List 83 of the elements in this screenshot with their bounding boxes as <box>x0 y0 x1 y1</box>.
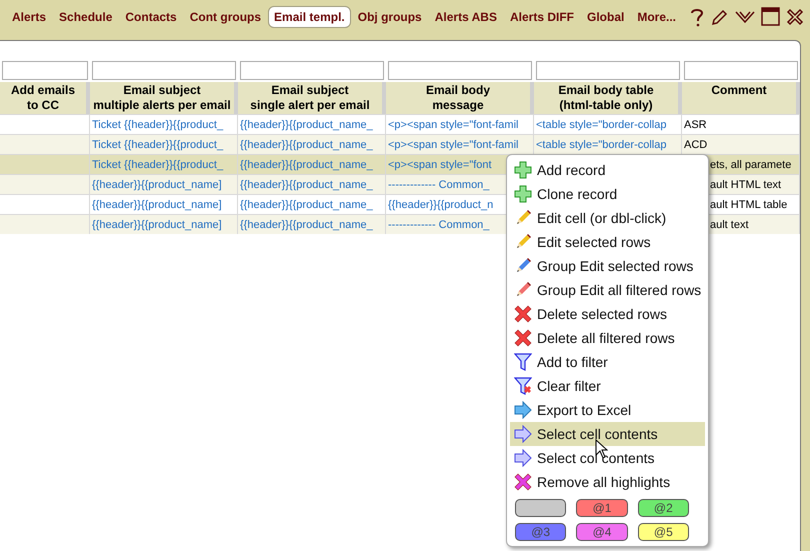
highlight-swatch[interactable]: @4 <box>576 523 628 541</box>
table-cell-text: ------------- Common_ <box>388 218 490 233</box>
table-cell-text: ets, all paramete <box>710 158 792 173</box>
arrow-right-icon <box>514 449 532 467</box>
table-cell-text: <p><span style="font <box>388 158 492 173</box>
column-header[interactable]: Email body table (html-table only) <box>534 82 682 114</box>
menu-item[interactable]: Export to Excel <box>510 398 705 422</box>
arrow-right-icon <box>514 425 532 443</box>
arrow-right-icon <box>514 401 532 419</box>
funnel-clear-icon <box>514 377 532 395</box>
highlight-swatch[interactable]: @1 <box>576 499 628 517</box>
table-cell-text: Ticket {{header}}{{product_ <box>92 118 224 133</box>
table-cell-text: ault HTML table <box>710 198 788 213</box>
menu-item[interactable]: Clear filter <box>510 374 705 398</box>
plus-icon <box>514 185 532 203</box>
column-header[interactable]: Email subject multiple alerts per email <box>90 82 238 114</box>
nav-tab[interactable]: Cont groups <box>184 6 268 28</box>
table-cell-text: <table style="border-collap <box>536 118 666 133</box>
pencil-icon <box>514 233 532 251</box>
table-cell-text: ault HTML text <box>710 178 782 193</box>
column-header[interactable]: Email subject single alert per email <box>238 82 386 114</box>
table-cell-text: {{header}}{{product_name_ <box>240 218 373 233</box>
plus-icon <box>514 161 532 179</box>
highlight-swatch[interactable]: @5 <box>638 523 689 541</box>
table-row[interactable]: Ticket {{header}}{{product_ {{header}}{{product_name_ <p><span style="font-famil <table style="border-collap ACD <box>0 134 800 154</box>
chevron-down-icon[interactable] <box>735 8 756 24</box>
nav-tab[interactable]: Obj groups <box>352 6 428 28</box>
table-cell-text: ACD <box>684 138 708 153</box>
table-cell-text: <p><span style="font-famil <box>388 138 518 153</box>
nav-tab[interactable]: Global <box>581 6 630 28</box>
table-cell-text: Ticket {{header}}{{product_ <box>92 158 224 173</box>
filter-field[interactable] <box>684 61 798 80</box>
column-header[interactable]: Comment <box>682 82 800 114</box>
nav-tab[interactable]: More... <box>631 6 682 28</box>
nav-tab[interactable]: Alerts ABS <box>428 6 503 28</box>
funnel-icon <box>514 353 532 371</box>
menu-item[interactable]: Add to filter <box>510 350 705 374</box>
table-cell-text: ------------- Common_ <box>388 178 490 193</box>
column-header[interactable]: Add emails to CC <box>0 82 90 114</box>
filter-field[interactable] <box>388 61 532 80</box>
menu-item[interactable]: Group Edit selected rows <box>510 254 705 278</box>
table-cell-text: <p><span style="font-famil <box>388 118 518 133</box>
table-cell-text: ault text <box>710 218 749 233</box>
help-icon[interactable] <box>689 6 706 26</box>
table-cell-text: <table style="border-collap <box>536 138 666 153</box>
table-cell-text: ASR <box>684 118 707 133</box>
cross-icon <box>514 305 532 323</box>
menu-item[interactable]: Group Edit all filtered rows <box>510 278 705 302</box>
filter-field[interactable] <box>2 61 88 80</box>
nav-tab[interactable]: Schedule <box>53 6 118 28</box>
column-header[interactable]: Email body message <box>386 82 534 114</box>
window-icon[interactable] <box>761 7 780 26</box>
menu-item[interactable]: Delete selected rows <box>510 302 705 326</box>
nav-tab[interactable]: Alerts DIFF <box>504 6 580 28</box>
table-cell-text: {{header}}{{product_name] <box>92 178 222 193</box>
nav-tab[interactable]: Alerts <box>6 6 52 28</box>
menu-item[interactable]: Delete all filtered rows <box>510 326 705 350</box>
pencil-icon <box>514 209 532 227</box>
cross-icon <box>514 329 532 347</box>
table-cell-text: {{header}}{{product_name_ <box>240 138 373 153</box>
table-row[interactable]: Ticket {{header}}{{product_ {{header}}{{product_name_ <p><span style="font-famil <table style="border-collap ASR <box>0 114 800 134</box>
table-cell-text: {{header}}{{product_n <box>388 198 494 213</box>
table-cell-text: {{header}}{{product_name_ <box>240 118 373 133</box>
pencil-icon <box>514 257 532 275</box>
pencil-icon[interactable] <box>711 8 730 26</box>
cross-icon <box>514 473 532 491</box>
table-cell-text: {{header}}{{product_name_ <box>240 178 373 193</box>
table-cell-text: Ticket {{header}}{{product_ <box>92 138 224 153</box>
filter-field[interactable] <box>92 61 236 80</box>
filter-field[interactable] <box>536 61 680 80</box>
nav-tab[interactable]: Contacts <box>119 6 183 28</box>
close-icon[interactable] <box>786 8 804 26</box>
table-cell-text: {{header}}{{product_name_ <box>240 158 373 173</box>
nav-tab[interactable]: Email templ. <box>268 6 351 28</box>
highlight-swatch[interactable]: @2 <box>638 499 689 517</box>
menu-item[interactable]: Remove all highlights <box>510 470 705 494</box>
highlight-swatch[interactable] <box>515 499 566 517</box>
menu-item[interactable]: Select cell contents <box>510 422 705 446</box>
table-cell-text: {{header}}{{product_name_ <box>240 198 373 213</box>
pencil-icon <box>514 281 532 299</box>
table-cell-text: {{header}}{{product_name] <box>92 198 222 213</box>
table-cell-text: {{header}}{{product_name] <box>92 218 222 233</box>
filter-field[interactable] <box>240 61 384 80</box>
